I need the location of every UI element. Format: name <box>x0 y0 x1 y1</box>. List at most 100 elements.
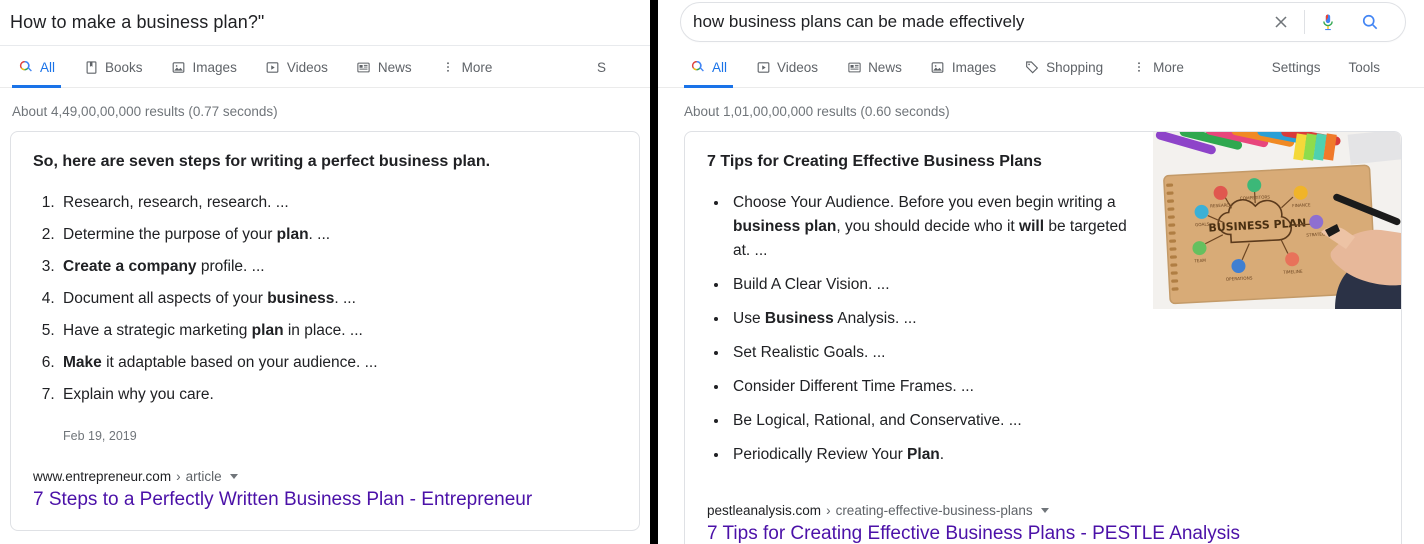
right-result-count: About 1,01,00,00,000 results (0.60 secon… <box>684 104 950 119</box>
microphone-icon[interactable] <box>1307 3 1349 41</box>
svg-text:TEAM: TEAM <box>1193 258 1206 264</box>
panel-divider <box>650 0 658 544</box>
tab-videos-label: Videos <box>777 59 819 75</box>
tab-all-label: All <box>712 59 728 75</box>
right-featured-snippet-card: BUSINESS PLAN GOALS RESEARCH COMPETITORS… <box>684 131 1402 544</box>
tab-videos[interactable]: Videos <box>741 47 832 87</box>
right-snippet-list: Choose Your Audience. Before you even be… <box>707 191 1141 467</box>
list-item: Determine the purpose of your plan. ... <box>59 223 617 247</box>
search-divider <box>1304 10 1305 34</box>
left-snippet-date: Feb 19, 2019 <box>63 428 137 443</box>
more-vertical-icon <box>440 59 456 75</box>
tab-news[interactable]: News <box>342 47 426 87</box>
left-featured-snippet-card: So, here are seven steps for writing a p… <box>10 131 640 531</box>
list-item: Build A Clear Vision. ... <box>729 273 1141 297</box>
settings-button-clipped[interactable]: S <box>583 47 620 87</box>
list-item: Make it adaptable based on your audience… <box>59 351 617 375</box>
list-item: Create a company profile. ... <box>59 255 617 279</box>
right-tools-group: Settings Tools <box>1258 47 1424 87</box>
right-searchbar-wrap: how business plans can be made effective… <box>658 0 1424 46</box>
search-icon <box>690 59 706 75</box>
tab-shopping-label: Shopping <box>1046 59 1104 75</box>
tab-more-label: More <box>1153 59 1184 75</box>
list-item: Choose Your Audience. Before you even be… <box>729 191 1141 263</box>
tab-images-label: Images <box>951 59 997 75</box>
source-crumb: article <box>185 468 222 484</box>
left-result-title-link[interactable]: 7 Steps to a Perfectly Written Business … <box>33 488 617 513</box>
list-item: Research, research, research. ... <box>59 191 617 215</box>
right-search-input[interactable]: how business plans can be made effective… <box>681 12 1260 32</box>
tab-images-label: Images <box>192 59 237 75</box>
tab-news[interactable]: News <box>832 47 916 87</box>
breadcrumb-separator: › <box>826 502 831 518</box>
book-icon <box>83 59 99 75</box>
more-vertical-icon <box>1131 59 1147 75</box>
list-item: Document all aspects of your business. .… <box>59 287 617 311</box>
left-snippet-list: Research, research, research. ... Determ… <box>33 191 617 407</box>
tab-videos-label: Videos <box>286 59 328 75</box>
left-snippet-body: So, here are seven steps for writing a p… <box>11 132 639 443</box>
tab-videos[interactable]: Videos <box>251 47 342 87</box>
image-icon <box>930 59 946 75</box>
tab-books[interactable]: Books <box>69 47 157 87</box>
search-submit-icon[interactable] <box>1349 3 1391 41</box>
left-search-input[interactable]: How to make a business plan?" <box>0 0 650 46</box>
tab-more-label: More <box>461 59 493 75</box>
list-item: Use Business Analysis. ... <box>729 307 1141 331</box>
list-item: Consider Different Time Frames. ... <box>729 375 1141 399</box>
tab-news-label: News <box>377 59 412 75</box>
source-crumb: creating-effective-business-plans <box>835 502 1033 518</box>
right-tab-nav: All Videos News Images Shopping More Set… <box>658 46 1424 88</box>
left-result-count: About 4,49,00,00,000 results (0.77 secon… <box>12 104 278 119</box>
left-tab-nav: All Books Images Videos News More S <box>0 46 650 88</box>
left-source-url: www.entrepreneur.com › article <box>33 469 617 484</box>
right-result-title-link[interactable]: 7 Tips for Creating Effective Business P… <box>707 522 1379 544</box>
left-tools-group: S <box>583 47 650 87</box>
tab-more[interactable]: More <box>1117 47 1198 87</box>
right-search-actions <box>1260 3 1405 41</box>
video-icon <box>265 59 281 75</box>
tools-button[interactable]: Tools <box>1334 47 1394 87</box>
news-icon <box>846 59 862 75</box>
video-icon <box>755 59 771 75</box>
right-source-url: pestleanalysis.com › creating-effective-… <box>707 503 1379 518</box>
tab-shopping[interactable]: Shopping <box>1010 47 1117 87</box>
tab-images[interactable]: Images <box>916 47 1010 87</box>
business-plan-sketchbook-thumbnail[interactable]: BUSINESS PLAN GOALS RESEARCH COMPETITORS… <box>1153 132 1401 309</box>
close-icon[interactable] <box>1260 3 1302 41</box>
right-snippet-title: 7 Tips for Creating Effective Business P… <box>707 153 1042 170</box>
left-snippet-title: So, here are seven steps for writing a p… <box>33 153 491 170</box>
tab-all-label: All <box>40 59 56 75</box>
tab-more[interactable]: More <box>426 47 507 87</box>
tag-icon <box>1024 59 1040 75</box>
right-search-box[interactable]: how business plans can be made effective… <box>680 2 1406 42</box>
svg-text:GOALS: GOALS <box>1195 222 1210 228</box>
dual-search-results-comparison: How to make a business plan?" All Books … <box>0 0 1424 544</box>
settings-button[interactable]: Settings <box>1258 47 1335 87</box>
chevron-down-icon[interactable] <box>229 473 238 479</box>
list-item: Explain why you care. <box>59 383 617 407</box>
image-icon <box>171 59 187 75</box>
list-item: Have a strategic marketing plan in place… <box>59 319 617 343</box>
search-icon <box>18 59 34 75</box>
svg-text:FINANCE: FINANCE <box>1292 202 1311 208</box>
left-source-block: www.entrepreneur.com › article 7 Steps t… <box>11 443 639 527</box>
right-search-panel: how business plans can be made effective… <box>658 0 1424 544</box>
tab-all[interactable]: All <box>4 47 69 88</box>
list-item: Periodically Review Your Plan. <box>729 443 1141 467</box>
tab-all[interactable]: All <box>676 47 741 88</box>
right-tab-group: All Videos News Images Shopping More <box>676 47 1198 88</box>
news-icon <box>356 59 372 75</box>
left-search-panel: How to make a business plan?" All Books … <box>0 0 650 544</box>
list-item: Be Logical, Rational, and Conservative. … <box>729 409 1141 433</box>
tab-books-label: Books <box>105 59 143 75</box>
left-search-query-text: How to make a business plan?" <box>10 12 265 32</box>
tab-news-label: News <box>868 59 902 75</box>
breadcrumb-separator: › <box>176 468 181 484</box>
chevron-down-icon[interactable] <box>1040 507 1049 513</box>
right-source-block: pestleanalysis.com › creating-effective-… <box>685 477 1401 544</box>
list-item: Set Realistic Goals. ... <box>729 341 1141 365</box>
source-domain: pestleanalysis.com <box>707 502 822 518</box>
tab-images[interactable]: Images <box>157 47 251 87</box>
source-domain: www.entrepreneur.com <box>33 468 172 484</box>
